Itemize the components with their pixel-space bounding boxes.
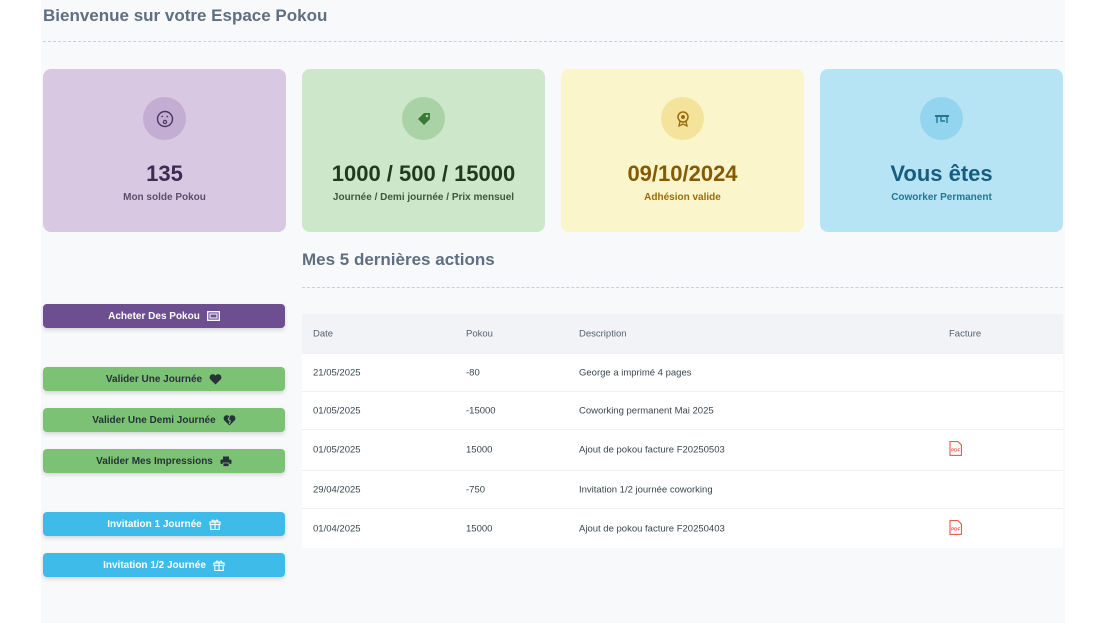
gift-icon	[209, 518, 221, 530]
page-title: Bienvenue sur votre Espace Pokou	[43, 6, 328, 25]
status-value: Vous êtes	[890, 161, 993, 186]
title-divider	[43, 41, 1063, 42]
column-header-invoice: Facture	[949, 328, 982, 339]
desk-icon	[920, 97, 963, 140]
validate-half-day-button[interactable]: Valider Une Demi Journée	[43, 408, 285, 432]
invite-day-button[interactable]: Invitation 1 Journée	[43, 512, 285, 536]
actions-title: Mes 5 dernières actions	[302, 250, 495, 269]
printer-icon	[220, 456, 232, 467]
membership-date: 09/10/2024	[627, 161, 738, 186]
row-pokou: -80	[466, 367, 480, 378]
membership-label: Adhésion valide	[644, 192, 721, 203]
row-pokou: -750	[466, 484, 486, 495]
tag-icon	[402, 97, 445, 140]
pricing-value: 1000 / 500 / 15000	[331, 161, 516, 186]
status-label: Coworker Permanent	[891, 192, 992, 203]
row-pokou: 15000	[466, 523, 493, 534]
table-row: 01/05/2025 -15000 Coworking permanent Mai …	[302, 391, 1063, 429]
invite-half-day-button[interactable]: Invitation 1/2 Journée	[43, 553, 285, 577]
buy-pokou-button[interactable]: Acheter Des Pokou	[43, 304, 285, 328]
pdf-icon[interactable]: PDF	[949, 519, 962, 538]
pricing-card: 1000 / 500 / 15000 Journée / Demi journé…	[302, 69, 545, 232]
pdf-icon-label: PDF	[951, 526, 960, 531]
status-card: Vous êtes Coworker Permanent	[820, 69, 1063, 232]
dashboard-page: Bienvenue sur votre Espace Pokou 135 Mon…	[0, 0, 1107, 623]
face-icon	[143, 97, 186, 140]
gift-icon	[213, 559, 225, 571]
row-date: 01/05/2025	[313, 444, 361, 456]
row-description: Coworking permanent Mai 2025	[579, 405, 714, 416]
heart-icon	[209, 373, 222, 385]
membership-card: 09/10/2024 Adhésion valide	[561, 69, 804, 232]
row-description: Ajout de pokou facture F20250403	[579, 523, 725, 534]
table-header: Date Pokou Description Facture	[302, 314, 1063, 353]
award-icon	[661, 97, 704, 140]
row-date: 01/04/2025	[313, 523, 361, 534]
row-pokou: -15000	[466, 405, 496, 416]
validate-prints-button[interactable]: Valider Mes Impressions	[43, 449, 285, 473]
table-row: 29/04/2025 -750 Invitation 1/2 journée cow…	[302, 470, 1063, 508]
invite-day-label: Invitation 1 Journée	[107, 518, 202, 530]
pdf-icon-label: PDF	[951, 448, 960, 453]
balance-label: Mon solde Pokou	[123, 192, 206, 203]
row-description: Invitation 1/2 journée coworking	[579, 484, 713, 495]
actions-table: Date Pokou Description Facture 21/05/202…	[302, 314, 1063, 548]
balance-card: 135 Mon solde Pokou	[43, 69, 286, 232]
buy-pokou-label: Acheter Des Pokou	[108, 310, 200, 322]
row-date: 01/05/2025	[313, 405, 361, 416]
column-header-description: Description	[579, 328, 627, 339]
pricing-label: Journée / Demi journée / Prix mensuel	[332, 192, 515, 203]
row-description: Ajout de pokou facture F20250503	[579, 444, 725, 456]
money-icon	[206, 311, 220, 321]
row-pokou: 15000	[466, 444, 493, 456]
row-date: 21/05/2025	[313, 367, 361, 378]
row-date: 29/04/2025	[313, 484, 361, 495]
table-row: 01/05/2025 15000 Ajout de pokou facture F2…	[302, 429, 1063, 470]
broken-heart-icon	[223, 414, 236, 426]
row-description: George a imprimé 4 pages	[579, 367, 692, 378]
validate-day-label: Valider Une Journée	[105, 373, 203, 385]
pdf-icon[interactable]: PDF	[949, 441, 962, 459]
actions-divider	[302, 287, 1063, 288]
column-header-pokou: Pokou	[466, 328, 493, 339]
table-row: 21/05/2025 -80 George a imprimé 4 pages	[302, 353, 1063, 391]
validate-day-button[interactable]: Valider Une Journée	[43, 367, 285, 391]
table-row: 01/04/2025 15000 Ajout de pokou facture F2…	[302, 508, 1063, 548]
balance-value: 135	[146, 161, 183, 186]
validate-half-day-label: Valider Une Demi Journée	[92, 414, 216, 426]
invite-half-day-label: Invitation 1/2 Journée	[103, 559, 206, 571]
column-header-date: Date	[313, 328, 334, 339]
validate-prints-label: Valider Mes Impressions	[96, 455, 213, 467]
